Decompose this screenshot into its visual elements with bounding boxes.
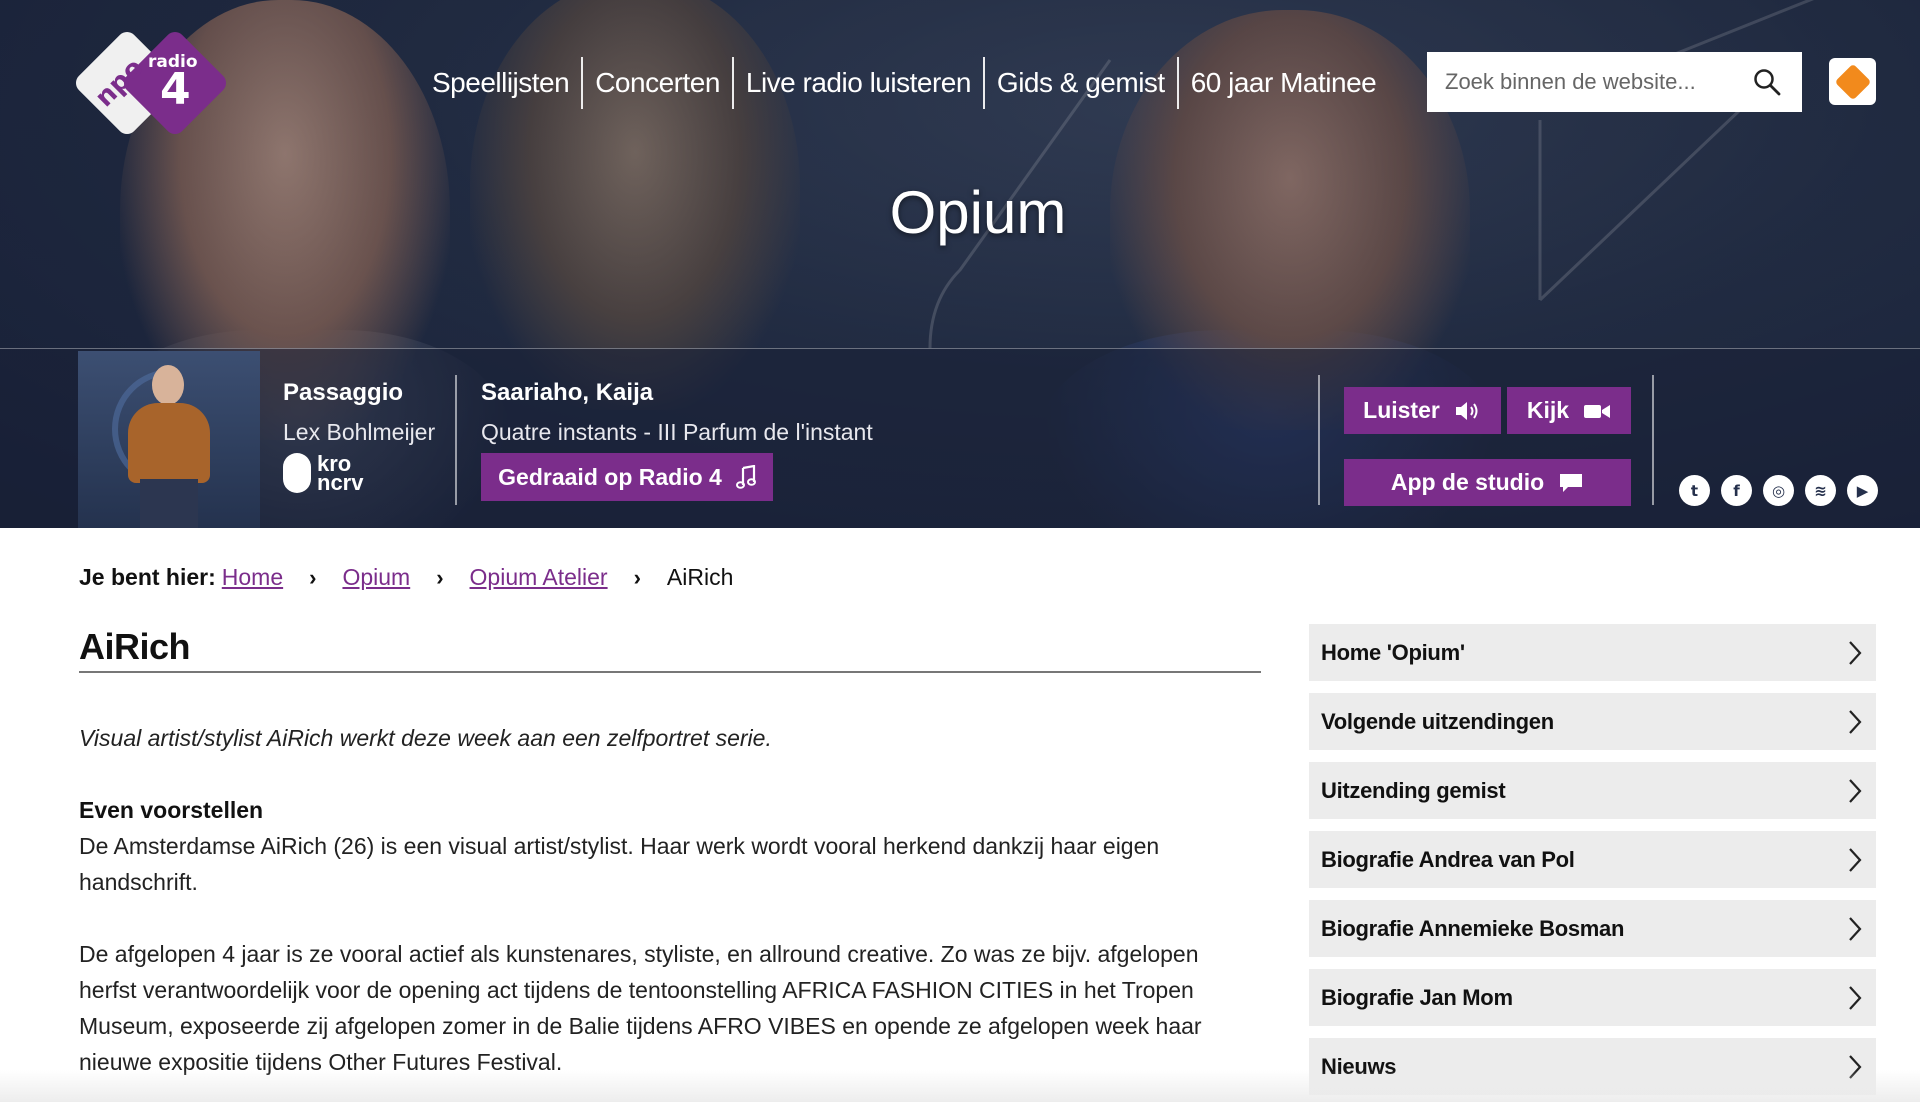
program-host: Lex Bohlmeijer	[283, 419, 436, 445]
current-presenter-photo	[78, 351, 260, 528]
chevron-right-icon	[1849, 847, 1862, 872]
sidebar-item-home-opium[interactable]: Home 'Opium'	[1309, 624, 1876, 681]
article-paragraph: De afgelopen 4 jaar is ze vooral actief …	[79, 941, 1202, 1075]
article-body: Visual artist/stylist AiRich werkt deze …	[79, 720, 1261, 1080]
search-icon	[1754, 69, 1781, 96]
video-camera-icon	[1584, 404, 1611, 418]
chevron-right-icon	[1849, 778, 1862, 803]
chevron-right-icon	[1849, 709, 1862, 734]
sidebar-item-biografie-annemieke[interactable]: Biografie Annemieke Bosman	[1309, 900, 1876, 957]
breadcrumb-label: Je bent hier:	[79, 564, 216, 590]
chevron-right-icon: ›	[633, 564, 641, 590]
youtube-icon[interactable]: ▶	[1847, 475, 1878, 506]
app-de-studio-button[interactable]: App de studio	[1344, 459, 1631, 506]
sidebar-navigation: Home 'Opium' Volgende uitzendingen Uitze…	[1309, 624, 1876, 1102]
sidebar-item-biografie-jan[interactable]: Biografie Jan Mom	[1309, 969, 1876, 1026]
track-work: Quatre instants - III Parfum de l'instan…	[481, 419, 873, 445]
nav-gids-gemist[interactable]: Gids & gemist	[985, 57, 1179, 109]
nav-60-jaar-matinee[interactable]: 60 jaar Matinee	[1179, 57, 1389, 109]
hero-banner: npo radio 4 Speellijsten Concerten Live …	[0, 0, 1920, 528]
sidebar-item-biografie-andrea[interactable]: Biografie Andrea van Pol	[1309, 831, 1876, 888]
current-track: Saariaho, Kaija Quatre instants - III Pa…	[481, 379, 873, 446]
listen-button[interactable]: Luister	[1344, 387, 1501, 434]
logo-number: 4	[160, 64, 191, 115]
nav-live-radio[interactable]: Live radio luisteren	[734, 57, 985, 109]
track-composer: Saariaho, Kaija	[481, 379, 654, 406]
program-name: Passaggio	[283, 379, 404, 406]
npo-start-button[interactable]	[1829, 58, 1876, 105]
twitter-icon[interactable]: t	[1679, 475, 1710, 506]
divider	[455, 375, 457, 505]
chevron-right-icon	[1849, 640, 1862, 665]
sidebar-item-volgende-uitzendingen[interactable]: Volgende uitzendingen	[1309, 693, 1876, 750]
social-links: t f ◎ ≋ ▶	[1679, 475, 1878, 506]
article-intro: Visual artist/stylist AiRich werkt deze …	[79, 725, 772, 751]
nav-concerten[interactable]: Concerten	[583, 57, 734, 109]
chevron-right-icon	[1849, 916, 1862, 941]
breadcrumb-opium-atelier[interactable]: Opium Atelier	[470, 564, 608, 591]
now-playing-bar: Passaggio Lex Bohlmeijer kro ncrv Saariah…	[0, 348, 1920, 528]
breadcrumb: Je bent hier: Home › Opium › Opium Ateli…	[79, 564, 733, 591]
facebook-icon[interactable]: f	[1721, 475, 1752, 506]
music-note-icon	[735, 465, 756, 489]
speaker-icon	[1455, 401, 1478, 420]
npo-radio4-logo[interactable]: npo radio 4	[71, 27, 231, 139]
breadcrumb-opium[interactable]: Opium	[342, 564, 410, 591]
spotify-icon[interactable]: ≋	[1805, 475, 1836, 506]
chevron-right-icon	[1849, 985, 1862, 1010]
search-button[interactable]	[1737, 52, 1797, 112]
page-title: AiRich	[79, 626, 191, 667]
nav-speellijsten[interactable]: Speellijsten	[420, 57, 584, 109]
chevron-right-icon: ›	[309, 564, 317, 590]
watch-button[interactable]: Kijk	[1507, 387, 1631, 434]
main-navigation: Speellijsten Concerten Live radio luiste…	[420, 57, 1388, 109]
search-box	[1427, 52, 1802, 112]
divider	[1652, 375, 1654, 505]
played-on-radio4-button[interactable]: Gedraaid op Radio 4	[481, 453, 773, 501]
chat-bubble-icon	[1560, 473, 1583, 492]
instagram-icon[interactable]: ◎	[1763, 475, 1794, 506]
npo-tag-icon	[1834, 63, 1871, 100]
breadcrumb-home[interactable]: Home	[222, 564, 283, 591]
sidebar-item-uitzending-gemist[interactable]: Uitzending gemist	[1309, 762, 1876, 819]
divider	[1318, 375, 1320, 505]
search-input[interactable]	[1427, 69, 1737, 95]
current-program: Passaggio Lex Bohlmeijer	[283, 379, 435, 446]
article-paragraph: De Amsterdamse AiRich (26) is een visual…	[79, 833, 1160, 895]
chevron-right-icon: ›	[436, 564, 444, 590]
show-title: Opium	[889, 179, 1067, 246]
article-subheading: Even voorstellen	[79, 797, 264, 823]
kro-ncrv-logo: kro ncrv	[283, 453, 363, 494]
breadcrumb-current: AiRich	[666, 564, 734, 590]
divider	[79, 671, 1261, 673]
